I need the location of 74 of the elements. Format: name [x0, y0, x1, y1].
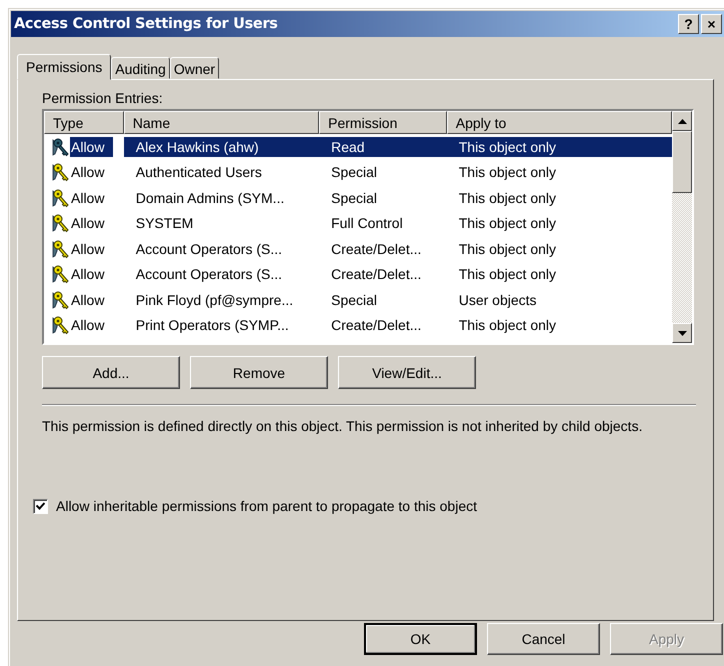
down-arrow-icon: [678, 330, 686, 336]
table-cell-text: Special: [330, 163, 378, 182]
checkbox-label[interactable]: Allow inheritable permissions from parent to propagate to this object: [56, 498, 477, 514]
key-icon: [50, 264, 70, 284]
list-row[interactable]: Allow Authenticated Users Special This object only: [44, 160, 672, 185]
table-cell-text: Print Operators (SYMP...: [134, 316, 290, 336]
tab[interactable]: Auditing: [111, 57, 170, 79]
key-icon: [50, 136, 70, 157]
table-cell-text: SYSTEM: [134, 214, 194, 234]
dialog-button[interactable]: Cancel: [487, 623, 600, 655]
close-button[interactable]: ×: [701, 14, 722, 34]
action-button[interactable]: Add...: [42, 356, 180, 389]
table-cell-text: Domain Admins (SYM...: [134, 188, 286, 208]
column-header[interactable]: Type: [44, 111, 124, 134]
table-cell-text: Special: [330, 188, 378, 208]
checkbox[interactable]: [33, 498, 48, 514]
list-row[interactable]: Allow SYSTEM Full Control This object only: [44, 210, 672, 236]
list-row[interactable]: Allow Print Operators (SYMP... Create/Delet... This object only: [44, 312, 672, 338]
scroll-thumb[interactable]: [672, 131, 692, 193]
table-cell-text: Allow: [70, 188, 106, 208]
permission-entries-label: Permission Entries:: [42, 90, 164, 106]
table-cell: This object only: [446, 136, 672, 157]
checkmark-icon: [36, 502, 45, 510]
list-row[interactable]: Allow Pink Floyd (pf@sympre... Special User objects: [44, 287, 672, 312]
list-row[interactable]: Allow Domain Admins (SYM... Special This object only: [44, 185, 672, 210]
table-cell-text: This object only: [458, 316, 558, 336]
table-cell-text: Allow: [70, 240, 106, 259]
table-cell-text: Account Operators (S...: [134, 265, 284, 284]
key-icon: [50, 213, 70, 234]
tab[interactable]: Permissions: [17, 54, 112, 80]
action-button[interactable]: Remove: [190, 356, 328, 389]
list-row[interactable]: Allow Account Operators (S... Create/Delet... This object only: [44, 236, 672, 262]
permission-description: This permission is defined directly on this object. This permission is not inherited by child objects.: [42, 418, 644, 434]
help-button[interactable]: ?: [678, 14, 699, 34]
table-cell-text: This object only: [458, 240, 558, 259]
table-cell-text: Create/Delet...: [330, 265, 422, 284]
table-cell-text: Allow: [70, 316, 106, 336]
table-cell-text: Account Operators (S...: [134, 240, 284, 259]
table-cell-text: Special: [330, 290, 378, 310]
table-cell: Alex Hawkins (ahw): [124, 136, 320, 157]
key-icon: [50, 162, 70, 182]
window-title: Access Control Settings for Users: [14, 16, 278, 32]
list-row[interactable]: Allow Account Operators (S... Create/Delet... This object only: [44, 262, 672, 287]
key-icon: [50, 188, 70, 208]
table-cell-text: Allow: [70, 265, 106, 284]
key-icon: [50, 238, 70, 259]
column-header[interactable]: Permission: [319, 111, 447, 134]
table-cell: Read: [319, 136, 447, 157]
action-button[interactable]: View/Edit...: [338, 356, 476, 389]
table-cell-text: Allow: [70, 163, 106, 182]
table-cell-text: Create/Delet...: [330, 240, 422, 259]
table-cell: Allow: [70, 136, 114, 157]
table-cell-text: This object only: [458, 265, 558, 284]
table-cell-text: Allow: [70, 214, 106, 234]
scrollbar[interactable]: [672, 111, 692, 343]
table-cell-text: Pink Floyd (pf@sympre...: [134, 290, 294, 310]
table-cell-text: Full Control: [330, 214, 404, 234]
table-cell-text: Create/Delet...: [330, 316, 422, 336]
list-row[interactable]: Allow Alex Hawkins (ahw) Read This object only: [44, 134, 672, 160]
table-cell-text: Authenticated Users: [134, 163, 263, 182]
key-icon: [50, 290, 70, 310]
column-header[interactable]: Name: [124, 111, 320, 134]
table-cell-text: This object only: [458, 188, 558, 208]
table-cell-text: This object only: [458, 163, 558, 182]
dialog-button[interactable]: OK: [364, 623, 477, 655]
table-cell-text: Allow: [70, 290, 106, 310]
scroll-up-button[interactable]: [672, 111, 692, 131]
table-cell-text: This object only: [458, 214, 558, 234]
up-arrow-icon: [678, 118, 686, 124]
key-icon: [50, 315, 70, 336]
scroll-down-button[interactable]: [672, 323, 692, 343]
table-cell-text: User objects: [458, 290, 538, 310]
column-header[interactable]: Apply to: [446, 111, 672, 134]
tab[interactable]: Owner: [170, 57, 220, 79]
